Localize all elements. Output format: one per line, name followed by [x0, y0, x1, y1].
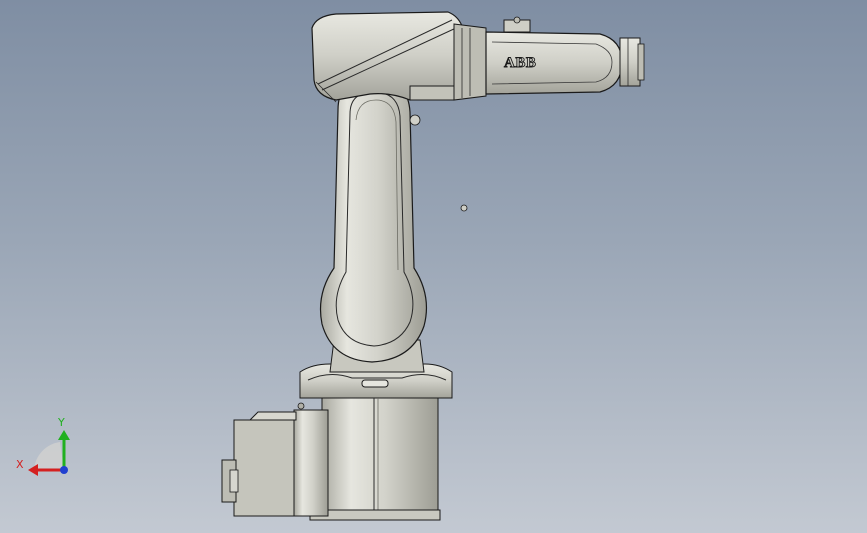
- triad-plane: [34, 442, 64, 470]
- coordinate-triad: Y X: [16, 416, 70, 476]
- z-axis-dot: [60, 466, 68, 474]
- robot-lower-arm[interactable]: [319, 75, 468, 373]
- x-axis-label: X: [16, 458, 24, 471]
- y-axis-label: Y: [57, 416, 65, 429]
- robot-wrist[interactable]: [619, 37, 645, 87]
- abb-logo: ABB: [504, 55, 536, 71]
- robot-connector-box[interactable]: [221, 402, 329, 517]
- y-axis-arrowhead: [58, 430, 70, 440]
- robot-model-view[interactable]: ABB Y X: [0, 0, 867, 533]
- graphics-viewport[interactable]: ABB Y X: [0, 0, 867, 533]
- robot-forearm[interactable]: ABB: [485, 16, 623, 95]
- x-axis-arrowhead: [28, 464, 38, 476]
